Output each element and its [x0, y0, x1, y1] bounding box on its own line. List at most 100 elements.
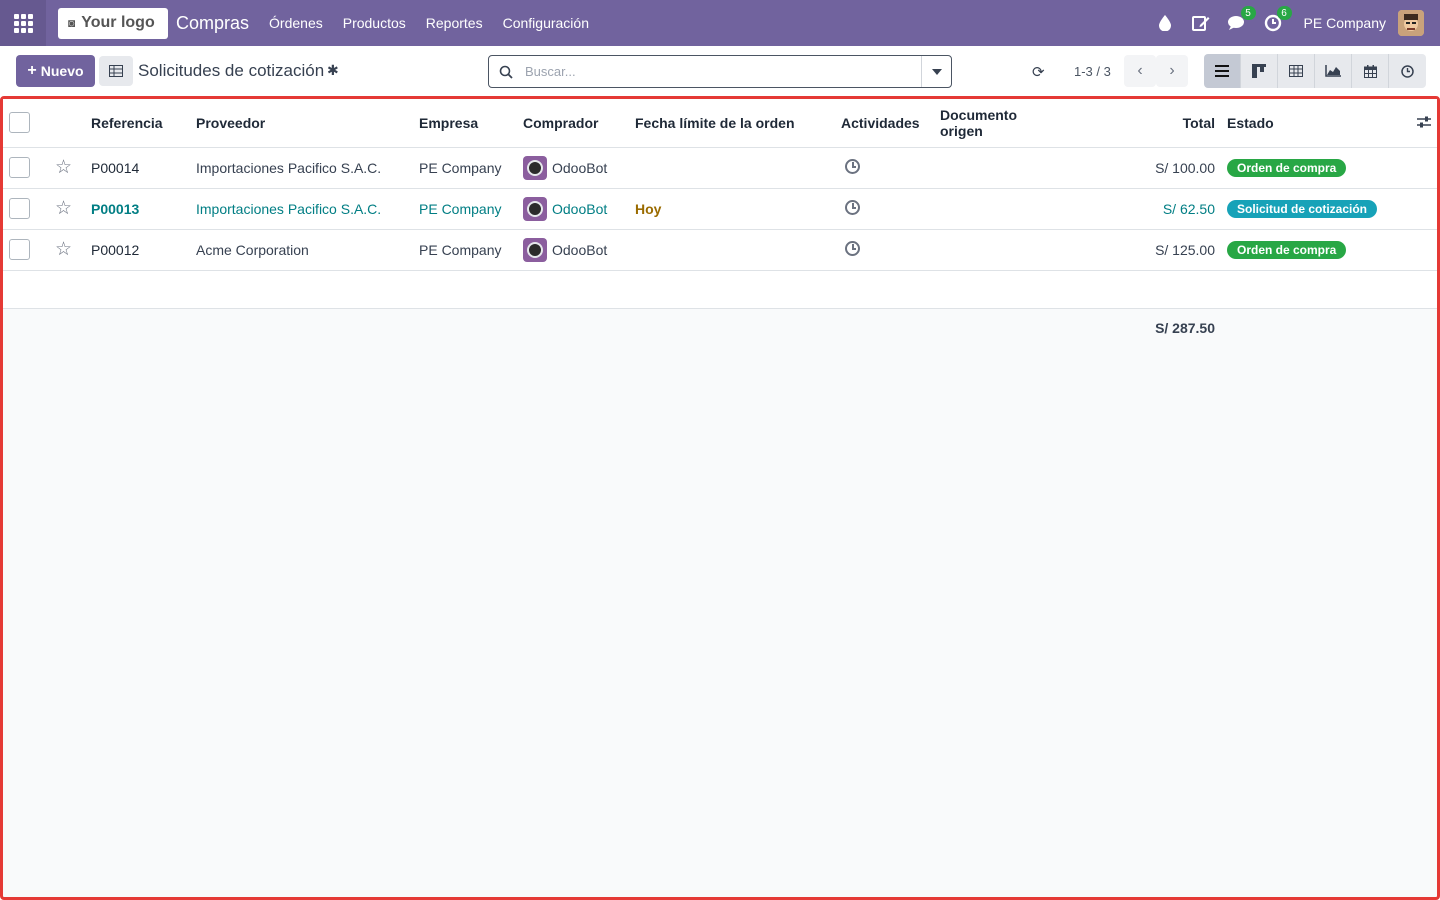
row-total: S/ 100.00 [1064, 147, 1221, 189]
view-graph-button[interactable] [1315, 54, 1352, 88]
company-switcher[interactable]: PE Company [1304, 15, 1386, 31]
logo-text: Your logo [81, 14, 155, 31]
row-reference: P00014 [85, 147, 190, 189]
col-header-fecha-limite[interactable]: Fecha límite de la orden [629, 99, 835, 148]
refresh-icon[interactable]: ⟳ [1032, 63, 1045, 81]
star-icon[interactable]: ☆ [55, 198, 72, 219]
page-title: Solicitudes de cotización [138, 61, 325, 80]
app-name[interactable]: Compras [176, 13, 249, 34]
search-icon [499, 65, 513, 79]
row-state-cell: Solicitud de cotización [1221, 188, 1397, 230]
row-company: PE Company [413, 188, 517, 230]
row-company: PE Company [413, 147, 517, 189]
view-kanban-button[interactable] [1241, 54, 1278, 88]
status-badge: Orden de compra [1227, 158, 1347, 177]
row-checkbox[interactable] [9, 157, 30, 178]
chevron-right-icon: › [1169, 62, 1175, 79]
drop-icon[interactable] [1154, 12, 1176, 34]
list-toggle-button[interactable] [99, 56, 133, 86]
activity-clock-icon[interactable] [845, 240, 860, 256]
search-bar[interactable] [488, 55, 952, 88]
messages-icon[interactable]: 5 [1226, 6, 1256, 34]
status-badge: Orden de compra [1227, 240, 1347, 259]
search-options-toggle[interactable] [921, 56, 951, 87]
row-activities-cell [835, 229, 934, 271]
new-button[interactable]: + Nuevo [16, 55, 95, 87]
kanban-icon [1252, 64, 1266, 78]
empty-row [3, 270, 1437, 309]
row-checkbox[interactable] [9, 239, 30, 260]
row-buyer: OdooBot [552, 159, 608, 176]
view-pivot-button[interactable] [1278, 54, 1315, 88]
row-reference: P00013 [85, 188, 190, 230]
view-list-button[interactable] [1204, 54, 1241, 88]
gear-icon[interactable]: ✱ [327, 62, 339, 79]
row-buyer-cell: OdooBot [517, 229, 629, 271]
row-buyer-cell: OdooBot [517, 147, 629, 189]
select-all-checkbox[interactable] [9, 112, 30, 134]
row-company: PE Company [413, 229, 517, 271]
row-vendor: Importaciones Pacifico S.A.C. [190, 147, 413, 189]
plus-icon: + [27, 62, 37, 79]
sliders-icon[interactable] [1417, 116, 1431, 128]
menu-configuracion[interactable]: Configuración [503, 15, 589, 31]
col-header-referencia[interactable]: Referencia [85, 99, 190, 148]
menu-ordenes[interactable]: Órdenes [269, 15, 323, 31]
control-panel: + Nuevo Solicitudes de cotización ✱ ⟳ 1-… [0, 46, 1440, 96]
favorite-header [49, 99, 85, 148]
pager-previous-button[interactable]: ‹ [1124, 55, 1156, 87]
list-icon [1215, 65, 1229, 77]
star-icon[interactable]: ☆ [55, 157, 72, 178]
totals-row: S/ 287.50 [3, 308, 1437, 348]
menu-productos[interactable]: Productos [343, 15, 406, 31]
user-avatar[interactable] [1398, 10, 1424, 36]
row-total: S/ 62.50 [1064, 188, 1221, 230]
clock-icon [1401, 64, 1414, 78]
col-header-total[interactable]: Total [1064, 99, 1221, 148]
menu-reportes[interactable]: Reportes [426, 15, 483, 31]
table-header-row: Referencia Proveedor Empresa Comprador F… [3, 99, 1437, 148]
activities-badge: 6 [1276, 6, 1292, 20]
view-switcher [1204, 54, 1426, 88]
view-activity-button[interactable] [1389, 54, 1426, 88]
table-row[interactable]: ☆ P00013 Importaciones Pacifico S.A.C. P… [3, 188, 1437, 230]
search-input[interactable] [525, 64, 905, 79]
pager-value[interactable]: 1-3 / 3 [1074, 64, 1111, 79]
row-checkbox[interactable] [9, 198, 30, 219]
activity-clock-icon[interactable] [845, 199, 860, 215]
edit-note-icon[interactable] [1190, 12, 1212, 34]
row-origin [934, 188, 1064, 230]
row-origin [934, 147, 1064, 189]
row-state-cell: Orden de compra [1221, 229, 1397, 271]
optional-columns-cell [1397, 99, 1437, 148]
list-view: Referencia Proveedor Empresa Comprador F… [0, 96, 1440, 900]
view-calendar-button[interactable] [1352, 54, 1389, 88]
apps-menu-button[interactable] [0, 0, 46, 46]
table-icon [109, 65, 123, 77]
company-logo[interactable]: ◙ Your logo [58, 7, 168, 39]
activity-clock-icon[interactable] [845, 158, 860, 174]
star-icon[interactable]: ☆ [55, 239, 72, 260]
table-row[interactable]: ☆ P00012 Acme Corporation PE Company Odo… [3, 229, 1437, 271]
row-reference: P00012 [85, 229, 190, 271]
chevron-left-icon: ‹ [1137, 62, 1143, 79]
grid-icon [13, 13, 33, 33]
row-total: S/ 125.00 [1064, 229, 1221, 271]
calendar-icon [1363, 64, 1377, 78]
col-header-actividades[interactable]: Actividades [835, 99, 934, 148]
col-header-empresa[interactable]: Empresa [413, 99, 517, 148]
select-all-cell [3, 99, 49, 148]
row-buyer-cell: OdooBot [517, 188, 629, 230]
table-row[interactable]: ☆ P00014 Importaciones Pacifico S.A.C. P… [3, 147, 1437, 189]
col-header-comprador[interactable]: Comprador [517, 99, 629, 148]
status-badge: Solicitud de cotización [1227, 199, 1378, 218]
rfq-table: Referencia Proveedor Empresa Comprador F… [3, 99, 1437, 348]
col-header-documento-origen[interactable]: Documento origen [934, 99, 1064, 148]
activities-icon[interactable]: 6 [1262, 6, 1292, 34]
col-header-estado[interactable]: Estado [1221, 99, 1397, 148]
grand-total: S/ 287.50 [1064, 308, 1221, 348]
area-chart-icon [1325, 65, 1341, 77]
row-vendor: Acme Corporation [190, 229, 413, 271]
col-header-proveedor[interactable]: Proveedor [190, 99, 413, 148]
pager-next-button[interactable]: › [1156, 55, 1188, 87]
